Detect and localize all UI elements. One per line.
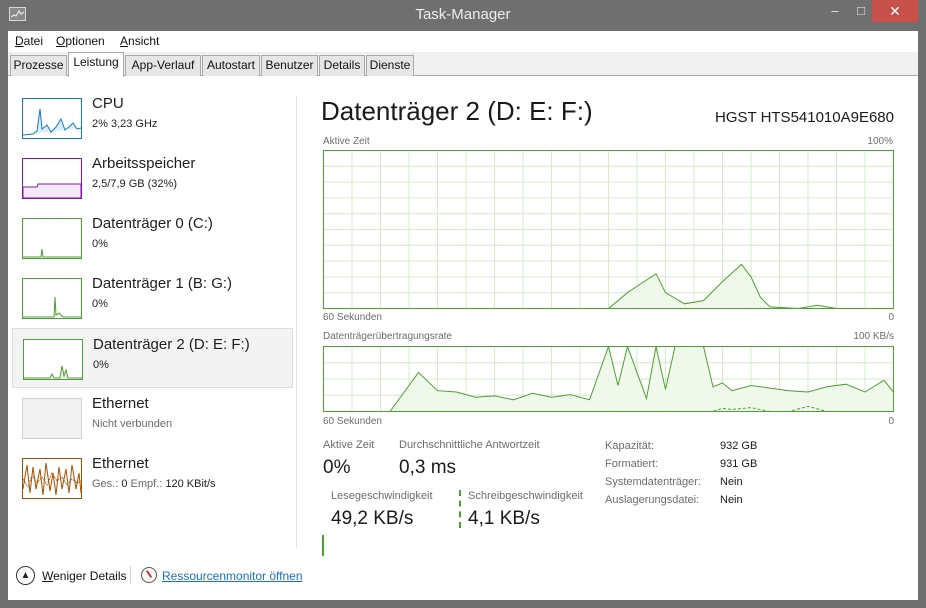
close-button[interactable]: ✕ — [872, 0, 918, 22]
sidebar-title: Arbeitsspeicher — [92, 155, 196, 172]
sidebar-title: Ethernet — [92, 395, 149, 412]
read-speed-label: Lesegeschwindigkeit — [331, 490, 433, 502]
maximize-button[interactable]: □ — [848, 0, 874, 22]
tab-prozesse[interactable]: Prozesse — [10, 55, 67, 76]
formatted-value: 931 GB — [720, 458, 758, 470]
page-file-value: Nein — [720, 494, 743, 506]
sidebar-subtitle: 0% — [92, 298, 108, 310]
read-speed-value: 49,2 KB/s — [331, 508, 414, 529]
sidebar-item-memory[interactable]: Arbeitsspeicher 2,5/7,9 GB (32%) — [12, 148, 293, 208]
sidebar-subtitle: 0% — [92, 238, 108, 250]
write-speed-label: Schreibgeschwindigkeit — [468, 490, 583, 502]
footer-separator — [130, 566, 131, 584]
footer: ▲ Weniger Details Ressourcenmonitor öffn… — [8, 556, 918, 600]
panel-divider — [296, 96, 297, 548]
tab-benutzer[interactable]: Benutzer — [261, 55, 318, 76]
tab-app-verlauf[interactable]: App-Verlauf — [125, 55, 201, 76]
formatted-label: Formatiert: — [605, 458, 659, 470]
chart1-zero: 0 — [888, 312, 894, 323]
title-bar[interactable]: Task-Manager – □ ✕ — [0, 0, 926, 30]
window-title: Task-Manager — [415, 6, 511, 23]
cpu-thumbnail — [22, 98, 82, 139]
page-file-label: Auslagerungsdatei: — [605, 494, 700, 506]
sidebar-item-disk-1[interactable]: Datenträger 1 (B: G:) 0% — [12, 268, 293, 328]
sidebar-item-disk-2[interactable]: Datenträger 2 (D: E: F:) 0% — [12, 328, 293, 388]
chart2-time: 60 Sekunden — [323, 416, 382, 427]
ethernet-2-thumbnail — [22, 458, 82, 499]
tab-strip: Prozesse Leistung App-Verlauf Autostart … — [8, 52, 918, 77]
tab-details[interactable]: Details — [319, 55, 365, 76]
menu-optionen[interactable]: Optionen — [56, 34, 105, 48]
disk-model: HGST HTS541010A9E680 — [715, 109, 894, 126]
disk-1-thumbnail — [22, 278, 82, 319]
chart1-label: Aktive Zeit — [323, 136, 370, 147]
system-disk-value: Nein — [720, 476, 743, 488]
sidebar-item-cpu[interactable]: CPU 2% 3,23 GHz — [12, 88, 293, 148]
fewer-details-button[interactable]: Weniger Details — [42, 569, 126, 583]
ethernet-1-thumbnail — [22, 398, 82, 439]
memory-thumbnail — [22, 158, 82, 199]
tab-autostart[interactable]: Autostart — [202, 55, 260, 76]
response-time-value: 0,3 ms — [399, 457, 457, 478]
capacity-value: 932 GB — [720, 440, 758, 452]
write-speed-value: 4,1 KB/s — [468, 508, 540, 529]
chevron-up-icon[interactable]: ▲ — [16, 566, 35, 585]
disk-2-thumbnail — [23, 339, 83, 380]
capacity-label: Kapazität: — [605, 440, 654, 452]
system-disk-label: Systemdatenträger: — [605, 476, 701, 488]
sidebar-title: Datenträger 2 (D: E: F:) — [93, 336, 250, 353]
sidebar-title: Ethernet — [92, 455, 149, 472]
write-indicator — [459, 490, 461, 528]
resource-monitor-link[interactable]: Ressourcenmonitor öffnen — [162, 569, 303, 583]
sidebar-item-ethernet-1[interactable]: Ethernet Nicht verbunden — [12, 388, 293, 448]
sidebar-title: Datenträger 0 (C:) — [92, 215, 213, 232]
tab-leistung[interactable]: Leistung — [68, 52, 124, 77]
sidebar-subtitle: 0% — [93, 359, 109, 371]
active-time-label: Aktive Zeit — [323, 439, 375, 451]
chart2-zero: 0 — [888, 416, 894, 427]
menu-ansicht[interactable]: Ansicht — [120, 34, 159, 48]
minimize-button[interactable]: – — [822, 0, 848, 22]
sidebar-title: CPU — [92, 95, 124, 112]
sidebar-subtitle: Nicht verbunden — [92, 418, 173, 430]
sidebar-item-disk-0[interactable]: Datenträger 0 (C:) 0% — [12, 208, 293, 268]
client-area: Datei Optionen Ansicht Prozesse Leistung… — [8, 31, 918, 600]
sidebar-subtitle: 2,5/7,9 GB (32%) — [92, 178, 177, 190]
menu-datei[interactable]: Datei — [15, 34, 43, 48]
chart1-time: 60 Sekunden — [323, 312, 382, 323]
disk-0-thumbnail — [22, 218, 82, 259]
active-time-value: 0% — [323, 457, 351, 478]
tab-dienste[interactable]: Dienste — [366, 55, 414, 76]
performance-panel: CPU 2% 3,23 GHz Arbeitsspeicher 2,5/7,9 … — [8, 76, 918, 577]
sidebar-subtitle: Ges.: 0 Empf.: 120 KBit/s — [92, 478, 216, 490]
active-time-chart — [323, 150, 894, 309]
chart2-label: Datenträgerübertragungsrate — [323, 331, 452, 342]
sidebar-title: Datenträger 1 (B: G:) — [92, 275, 233, 292]
sidebar-item-ethernet-2[interactable]: Ethernet Ges.: 0 Empf.: 120 KBit/s — [12, 448, 293, 508]
resource-monitor-icon — [141, 567, 157, 583]
chart1-max: 100% — [867, 136, 893, 147]
transfer-rate-chart — [323, 346, 894, 412]
sidebar-subtitle: 2% 3,23 GHz — [92, 118, 158, 130]
response-time-label: Durchschnittliche Antwortzeit — [399, 439, 540, 451]
chart2-max: 100 KB/s — [853, 331, 894, 342]
menu-bar: Datei Optionen Ansicht — [8, 31, 918, 52]
task-manager-window: Task-Manager – □ ✕ Datei Optionen Ansich… — [0, 0, 926, 608]
disk-title: Datenträger 2 (D: E: F:) — [321, 96, 593, 126]
